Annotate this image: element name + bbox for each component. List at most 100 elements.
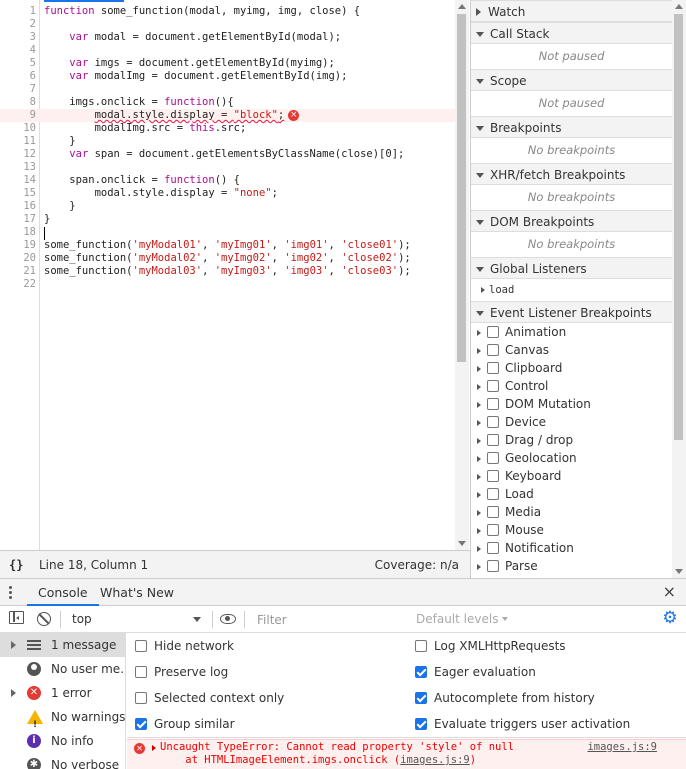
- event-category-checkbox[interactable]: [487, 362, 499, 374]
- event-category-checkbox[interactable]: [487, 506, 499, 518]
- error-source-link[interactable]: images.js:9: [587, 741, 657, 753]
- line-number[interactable]: 1: [0, 5, 36, 18]
- line-number[interactable]: 7: [0, 83, 36, 96]
- event-category-checkbox[interactable]: [487, 398, 499, 410]
- gear-icon[interactable]: ⚙: [662, 610, 678, 627]
- watch-section-header[interactable]: Watch: [471, 0, 672, 22]
- line-number[interactable]: 8: [0, 96, 36, 109]
- console-setting-option[interactable]: Evaluate triggers user activation: [415, 714, 630, 734]
- expand-arrow-icon[interactable]: [477, 564, 481, 570]
- event-category-item[interactable]: Drag / drop: [471, 431, 672, 449]
- close-icon[interactable]: ×: [663, 583, 676, 601]
- code-line[interactable]: 6 var modalImg = document.getElementById…: [0, 70, 457, 83]
- line-number[interactable]: 10: [0, 122, 36, 135]
- console-setting-option[interactable]: Autocomplete from history: [415, 688, 595, 708]
- code-line[interactable]: 10 modalImg.src = this.src;: [0, 122, 457, 135]
- expand-arrow-icon[interactable]: [477, 438, 481, 444]
- console-sidebar-item[interactable]: ! No warnings: [0, 705, 125, 729]
- code-line[interactable]: 1 function some_function(modal, myimg, im…: [0, 5, 457, 18]
- console-sidebar-item[interactable]: ✕ 1 error: [0, 681, 125, 705]
- event-category-item[interactable]: Mouse: [471, 521, 672, 539]
- setting-checkbox[interactable]: [135, 666, 147, 678]
- event-category-checkbox[interactable]: [487, 344, 499, 356]
- console-sidebar-item[interactable]: 1 message: [0, 633, 125, 657]
- code-line[interactable]: 14 span.onclick = function() {: [0, 174, 457, 187]
- clear-console-icon[interactable]: [37, 612, 51, 626]
- event-category-checkbox[interactable]: [487, 416, 499, 428]
- tab-whats-new[interactable]: What's New: [100, 579, 174, 606]
- expand-arrow-icon[interactable]: [477, 348, 481, 354]
- line-number[interactable]: 6: [0, 70, 36, 83]
- code-line[interactable]: 18: [0, 226, 457, 239]
- expand-arrow-icon[interactable]: [477, 528, 481, 534]
- line-number[interactable]: 14: [0, 174, 36, 187]
- event-category-checkbox[interactable]: [487, 434, 499, 446]
- source-editor[interactable]: 1 function some_function(modal, myimg, im…: [0, 0, 457, 550]
- show-console-sidebar-icon[interactable]: [9, 611, 24, 624]
- global-listener-item[interactable]: load: [471, 279, 672, 301]
- event-category-checkbox[interactable]: [487, 452, 499, 464]
- event-category-checkbox[interactable]: [487, 380, 499, 392]
- code-line[interactable]: 17}: [0, 213, 457, 226]
- event-category-item[interactable]: Canvas: [471, 341, 672, 359]
- event-category-item[interactable]: Load: [471, 485, 672, 503]
- code-line[interactable]: 15 modal.style.display = "none";: [0, 187, 457, 200]
- code-line[interactable]: 7: [0, 83, 457, 96]
- console-setting-option[interactable]: Selected context only: [135, 688, 284, 708]
- expand-arrow-icon[interactable]: [477, 366, 481, 372]
- line-number[interactable]: 5: [0, 57, 36, 70]
- setting-checkbox[interactable]: [135, 718, 147, 730]
- event-category-item[interactable]: Control: [471, 377, 672, 395]
- event-category-item[interactable]: DOM Mutation: [471, 395, 672, 413]
- line-number[interactable]: 18: [0, 226, 36, 239]
- console-sidebar-item[interactable]: No user me...: [0, 657, 125, 681]
- scroll-down-arrow-icon[interactable]: [458, 541, 466, 546]
- global-listeners-section-header[interactable]: Global Listeners: [471, 257, 672, 279]
- context-selector[interactable]: top: [66, 609, 206, 630]
- event-listener-breakpoints-section-header[interactable]: Event Listener Breakpoints: [471, 301, 672, 323]
- line-number[interactable]: 9: [0, 109, 36, 122]
- line-number[interactable]: 11: [0, 135, 36, 148]
- event-category-checkbox[interactable]: [487, 560, 499, 572]
- event-category-item[interactable]: Media: [471, 503, 672, 521]
- console-setting-option[interactable]: Log XMLHttpRequests: [415, 636, 566, 656]
- console-sidebar-item[interactable]: i No info: [0, 729, 125, 753]
- line-number[interactable]: 12: [0, 148, 36, 161]
- console-setting-option[interactable]: Hide network: [135, 636, 234, 656]
- scroll-up-arrow-icon[interactable]: [675, 4, 683, 9]
- event-category-item[interactable]: Geolocation: [471, 449, 672, 467]
- line-number[interactable]: 13: [0, 161, 36, 174]
- event-category-item[interactable]: Clipboard: [471, 359, 672, 377]
- line-number[interactable]: 21: [0, 265, 36, 278]
- console-sidebar-item[interactable]: ✱ No verbose: [0, 753, 125, 769]
- console-setting-option[interactable]: Preserve log: [135, 662, 228, 682]
- sidebar-scroll-thumb[interactable]: [674, 14, 683, 440]
- expand-arrow-icon[interactable]: [477, 402, 481, 408]
- expand-arrow-icon[interactable]: [477, 546, 481, 552]
- code-line[interactable]: 20 some_function('myModal02', 'myImg02', …: [0, 252, 457, 265]
- code-line[interactable]: 3 var modal = document.getElementById(mo…: [0, 31, 457, 44]
- code-line[interactable]: 4: [0, 44, 457, 57]
- setting-checkbox[interactable]: [415, 640, 427, 652]
- event-category-item[interactable]: Device: [471, 413, 672, 431]
- event-category-item[interactable]: Animation: [471, 323, 672, 341]
- setting-checkbox[interactable]: [415, 718, 427, 730]
- expand-arrow-icon[interactable]: [477, 492, 481, 498]
- expand-arrow-icon[interactable]: [477, 474, 481, 480]
- expand-arrow-icon[interactable]: [11, 641, 16, 649]
- filter-input[interactable]: [250, 609, 408, 630]
- line-number[interactable]: 4: [0, 44, 36, 57]
- scroll-down-arrow-icon[interactable]: [675, 569, 683, 574]
- code-line[interactable]: 22: [0, 278, 457, 291]
- event-category-checkbox[interactable]: [487, 524, 499, 536]
- event-category-checkbox[interactable]: [487, 326, 499, 338]
- dom-breakpoints-section-header[interactable]: DOM Breakpoints: [471, 210, 672, 232]
- tab-console[interactable]: Console: [27, 579, 99, 606]
- expand-arrow-icon[interactable]: [477, 456, 481, 462]
- code-line[interactable]: 12 var span = document.getElementsByClas…: [0, 148, 457, 161]
- line-number[interactable]: 2: [0, 18, 36, 31]
- line-number[interactable]: 19: [0, 239, 36, 252]
- code-line[interactable]: 5 var imgs = document.getElementById(myi…: [0, 57, 457, 70]
- code-line[interactable]: 2: [0, 18, 457, 31]
- line-number[interactable]: 22: [0, 278, 36, 291]
